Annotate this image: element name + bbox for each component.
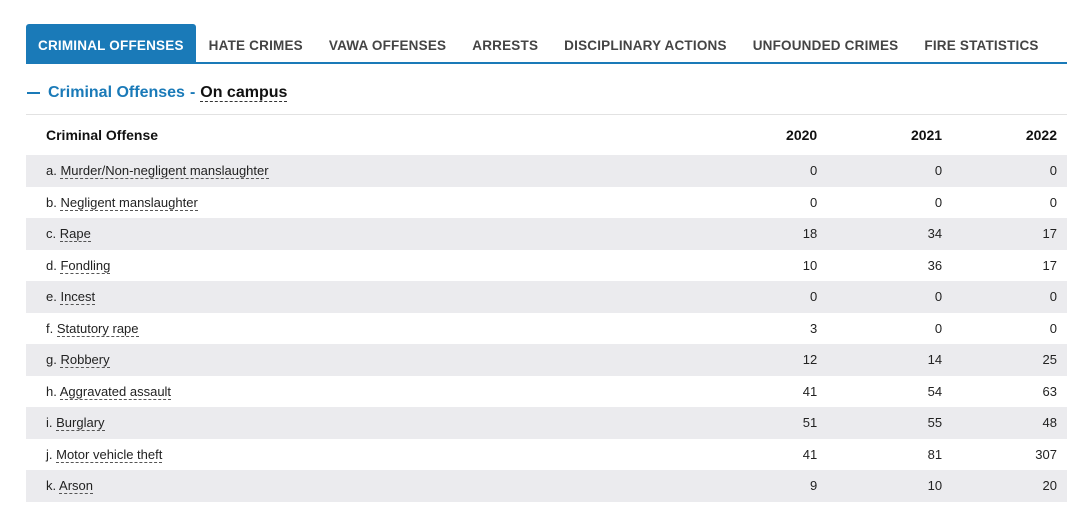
- value-2022: 48: [942, 407, 1067, 439]
- table-row: f. Statutory rape 3 0 0: [26, 313, 1067, 345]
- value-2021: 0: [934, 194, 943, 210]
- value-2021: 81: [927, 446, 943, 462]
- table-header-row: Criminal Offense 2020 2021 2022: [26, 115, 1067, 155]
- tab-disciplinary-actions[interactable]: DISCIPLINARY ACTIONS: [551, 24, 740, 62]
- value-2020: 9: [692, 470, 818, 502]
- value-2021: 55: [817, 407, 943, 439]
- value-2022: 0: [1049, 194, 1057, 210]
- offense-cell: d. Fondling: [26, 250, 692, 282]
- value-2022: 0: [942, 281, 1067, 313]
- offense-name-link[interactable]: Burglary: [56, 415, 105, 432]
- value-2020: 0: [692, 155, 818, 187]
- offense-name-link[interactable]: Statutory rape: [56, 320, 139, 337]
- table-row: b. Negligent manslaughter 0 0 0: [26, 187, 1067, 219]
- table-row: k. Arson 9 10 20: [26, 470, 1067, 502]
- offense-prefix: h.: [46, 383, 57, 399]
- value-2021: 0: [817, 281, 943, 313]
- value-2021: 14: [817, 344, 943, 376]
- offense-name-link[interactable]: Rape: [59, 226, 91, 243]
- value-2021: 34: [817, 218, 943, 250]
- value-2022: 307: [1035, 446, 1057, 462]
- value-2021: 36: [927, 257, 943, 273]
- table-row: g. Robbery 12 14 25: [26, 344, 1067, 376]
- offense-prefix: g.: [46, 352, 57, 368]
- value-2022: 25: [942, 344, 1067, 376]
- offense-cell: i. Burglary: [26, 407, 693, 439]
- collapse-minus-icon[interactable]: [27, 92, 40, 94]
- value-2022: 20: [942, 470, 1067, 502]
- offense-prefix: a.: [46, 163, 57, 179]
- offense-name-link[interactable]: Robbery: [60, 352, 110, 369]
- value-2020: 51: [692, 407, 818, 439]
- tab-hate-crimes[interactable]: HATE CRIMES: [196, 24, 316, 62]
- value-2020: 12: [692, 344, 818, 376]
- table-row: c. Rape 18 34 17: [26, 218, 1067, 250]
- offense-name-link[interactable]: Incest: [60, 289, 96, 306]
- offense-prefix: j.: [46, 446, 53, 462]
- value-2022: 17: [1042, 257, 1057, 273]
- value-2020: 41: [802, 383, 818, 399]
- table-row: h. Aggravated assault 41 54 63: [26, 376, 1067, 408]
- value-2021: 0: [934, 320, 943, 336]
- crime-statistics-panel: CRIMINAL OFFENSES HATE CRIMES VAWA OFFEN…: [26, 0, 1067, 502]
- location-selector[interactable]: On campus: [200, 84, 288, 102]
- offense-name-link[interactable]: Motor vehicle theft: [56, 446, 163, 463]
- table-row: e. Incest 0 0 0: [26, 281, 1067, 313]
- header-criminal-offense: Criminal Offense: [46, 127, 159, 143]
- offense-cell: b. Negligent manslaughter: [26, 187, 692, 219]
- offense-cell: c. Rape: [26, 218, 693, 250]
- offense-prefix: d.: [46, 257, 57, 273]
- table-row: j. Motor vehicle theft 41 81 307: [26, 439, 1067, 471]
- section-title: Criminal Offenses: [48, 84, 185, 101]
- value-2022: 0: [942, 155, 1067, 187]
- offenses-table: Criminal Offense 2020 2021 2022 a. Murde…: [26, 115, 1067, 502]
- offense-name-link[interactable]: Negligent manslaughter: [60, 194, 198, 211]
- tab-fire-statistics[interactable]: FIRE STATISTICS: [911, 24, 1051, 62]
- header-2022: 2022: [1025, 127, 1057, 143]
- offense-cell: g. Robbery: [26, 344, 693, 376]
- offense-cell: h. Aggravated assault: [26, 376, 692, 408]
- value-2020: 41: [802, 446, 818, 462]
- tab-criminal-offenses[interactable]: CRIMINAL OFFENSES: [26, 24, 196, 62]
- offense-name-link[interactable]: Fondling: [60, 257, 111, 274]
- value-2020: 0: [692, 281, 818, 313]
- value-2021: 10: [817, 470, 943, 502]
- value-2020: 3: [809, 320, 818, 336]
- value-2021: 0: [817, 155, 943, 187]
- header-2021: 2021: [910, 127, 943, 143]
- value-2022: 17: [942, 218, 1067, 250]
- tab-bar: CRIMINAL OFFENSES HATE CRIMES VAWA OFFEN…: [26, 0, 1067, 64]
- value-2022: 0: [1049, 320, 1057, 336]
- value-2020: 10: [802, 257, 818, 273]
- offense-prefix: f.: [46, 320, 54, 336]
- tab-unfounded-crimes[interactable]: UNFOUNDED CRIMES: [740, 24, 912, 62]
- table-row: a. Murder/Non-negligent manslaughter 0 0…: [26, 155, 1067, 187]
- offense-prefix: i.: [46, 415, 53, 431]
- value-2020: 0: [809, 194, 818, 210]
- offense-name-link[interactable]: Murder/Non-negligent manslaughter: [60, 163, 269, 180]
- offense-prefix: b.: [46, 194, 57, 210]
- offense-cell: k. Arson: [26, 470, 693, 502]
- offense-prefix: c.: [46, 226, 57, 242]
- value-2022: 63: [1042, 383, 1057, 399]
- header-2020: 2020: [786, 127, 818, 143]
- offense-cell: a. Murder/Non-negligent manslaughter: [26, 155, 693, 187]
- table-row: d. Fondling 10 36 17: [26, 250, 1067, 282]
- offense-name-link[interactable]: Arson: [59, 478, 93, 495]
- value-2020: 18: [692, 218, 818, 250]
- offense-cell: j. Motor vehicle theft: [26, 439, 692, 471]
- table-row: i. Burglary 51 55 48: [26, 407, 1067, 439]
- tab-arrests[interactable]: ARRESTS: [459, 24, 551, 62]
- tab-vawa-offenses[interactable]: VAWA OFFENSES: [316, 24, 459, 62]
- section-header[interactable]: Criminal Offenses - On campus: [26, 80, 1067, 106]
- offense-cell: e. Incest: [26, 281, 693, 313]
- offense-prefix: e.: [46, 289, 57, 305]
- offense-cell: f. Statutory rape: [26, 313, 692, 345]
- offense-name-link[interactable]: Aggravated assault: [59, 383, 172, 400]
- value-2021: 54: [927, 383, 943, 399]
- section-separator: -: [189, 84, 196, 101]
- offense-prefix: k.: [46, 478, 57, 494]
